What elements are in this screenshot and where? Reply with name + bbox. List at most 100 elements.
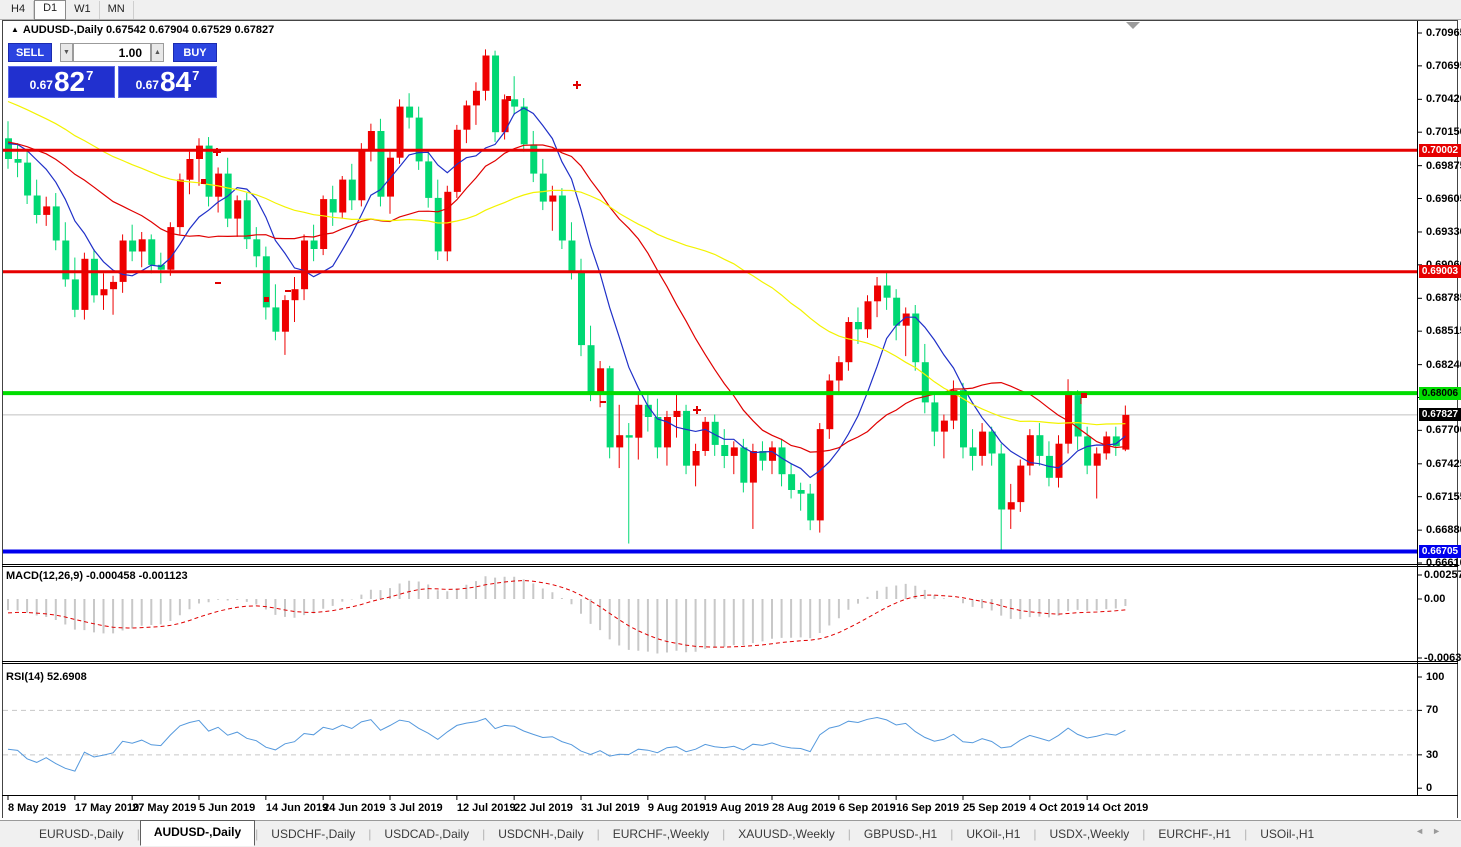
candle	[931, 402, 939, 432]
price-axis-label: 0.68240	[1426, 358, 1461, 371]
date-axis-label: 12 Jul 2019	[456, 802, 516, 814]
candle	[969, 447, 977, 456]
candle	[511, 99, 519, 107]
price-axis-label: 0.70150	[1426, 126, 1461, 139]
chart-tab-eurusd-daily[interactable]: EURUSD-,Daily	[26, 824, 137, 844]
candle	[205, 145, 213, 197]
candle	[492, 55, 500, 133]
chart-title: ▲ AUDUSD-,Daily 0.67542 0.67904 0.67529 0…	[11, 24, 274, 36]
candle	[367, 131, 375, 150]
chart-tab-xauusd-weekly[interactable]: XAUUSD-,Weekly	[725, 824, 847, 844]
date-axis-label: 22 Jul 2019	[514, 802, 573, 814]
buy-button[interactable]: BUY	[173, 43, 217, 62]
chart-tab-ukoil-h1[interactable]: UKOil-,H1	[953, 824, 1033, 844]
candle	[281, 300, 289, 332]
chart-surface[interactable]	[0, 0, 1461, 847]
candle	[52, 206, 60, 241]
price-axis-label: 0.67700	[1426, 424, 1461, 437]
candle	[196, 145, 203, 159]
candle	[1017, 465, 1025, 503]
candle	[62, 240, 70, 280]
ma-line-20	[7, 141, 1126, 453]
chart-tab-audusd-daily[interactable]: AUDUSD-,Daily	[139, 820, 256, 846]
price-axis-label: 0.70965	[1426, 27, 1461, 39]
volume-down-button[interactable]: ▼	[60, 43, 73, 62]
candle	[272, 307, 280, 332]
macd-axis-label: 0.002574	[1424, 568, 1461, 581]
chart-tab-usdcad-daily[interactable]: USDCAD-,Daily	[371, 824, 482, 844]
volume-input[interactable]	[73, 43, 151, 62]
candle	[854, 322, 862, 330]
candle	[291, 289, 299, 301]
candle	[301, 240, 309, 290]
collapse-trade-panel-icon[interactable]: ▲	[11, 25, 19, 34]
candle	[740, 447, 748, 483]
candle	[568, 240, 576, 271]
chart-tab-usdchf-daily[interactable]: USDCHF-,Daily	[258, 824, 368, 844]
candle	[1007, 502, 1015, 510]
candle	[520, 106, 528, 145]
price-axis-label: 0.67425	[1426, 457, 1461, 470]
rsi-indicator-label: RSI(14) 52.6908	[6, 671, 87, 683]
date-axis-label: 25 Sep 2019	[963, 802, 1026, 814]
sell-price-prefix: 0.67	[29, 78, 53, 92]
chart-title-text: AUDUSD-,Daily 0.67542 0.67904 0.67529 0.…	[22, 24, 275, 36]
candle	[1055, 443, 1063, 478]
candle	[129, 240, 137, 252]
candle	[702, 421, 710, 451]
candle	[453, 129, 461, 192]
candle	[176, 179, 184, 228]
candle	[979, 431, 987, 456]
volume-up-button[interactable]: ▲	[151, 43, 164, 62]
candle	[81, 258, 89, 310]
candle	[1065, 391, 1073, 444]
price-axis-label: 0.66610	[1426, 557, 1461, 569]
sell-price-big: 82	[53, 66, 86, 97]
candle	[940, 420, 948, 432]
current-price-label: 0.67827	[1419, 408, 1461, 422]
price-axis-label: 0.68515	[1426, 325, 1461, 338]
date-axis-label: 6 Sep 2019	[838, 802, 896, 814]
date-axis-label: 3 Jul 2019	[390, 802, 443, 814]
chart-tab-usdx-weekly[interactable]: USDX-,Weekly	[1037, 824, 1143, 844]
date-axis-label: 16 Sep 2019	[896, 802, 960, 814]
candle	[243, 200, 251, 240]
date-axis-label: 24 Jun 2019	[323, 802, 386, 814]
date-axis-label: 14 Jun 2019	[265, 802, 329, 814]
candle	[816, 429, 824, 521]
candle	[721, 445, 729, 456]
sell-price-display[interactable]: 0.67 82 7	[8, 66, 115, 98]
rsi-axis-label: 30	[1426, 748, 1439, 761]
candle	[310, 240, 318, 249]
buy-price-display[interactable]: 0.67 84 7	[118, 66, 217, 98]
date-axis-label: 5 Jun 2019	[199, 802, 256, 814]
candle	[578, 270, 585, 346]
chart-tab-eurchf-h1[interactable]: EURCHF-,H1	[1145, 824, 1244, 844]
hline-price-label: 0.69003	[1419, 265, 1461, 279]
trade-marker	[201, 179, 206, 184]
chart-tab-gbpusd-h1[interactable]: GBPUSD-,H1	[851, 824, 950, 844]
candle	[625, 435, 633, 438]
chart-tab-usdcnh-daily[interactable]: USDCNH-,Daily	[485, 824, 596, 844]
candle	[864, 301, 872, 330]
candle	[33, 195, 41, 215]
macd-histogram	[7, 576, 1127, 654]
chart-shift-icon[interactable]	[1126, 22, 1140, 29]
candle	[692, 451, 700, 466]
price-axis-label: 0.70420	[1426, 93, 1461, 106]
hline-price-label: 0.70002	[1419, 143, 1461, 157]
tab-scroll-arrows[interactable]: ◄►	[1415, 826, 1449, 836]
date-axis-label: 9 Aug 2019	[647, 802, 706, 814]
price-axis-label: 0.68785	[1426, 292, 1461, 305]
candle	[606, 368, 614, 448]
chart-tab-eurchf-weekly[interactable]: EURCHF-,Weekly	[600, 824, 722, 844]
sell-button[interactable]: SELL	[8, 43, 52, 62]
one-click-trade-panel: SELL ▼ ▲ BUY 0.67827 0.67847	[8, 43, 218, 99]
chart-tab-usoil-h1[interactable]: USOil-,H1	[1247, 824, 1327, 844]
buy-price-prefix: 0.67	[135, 78, 159, 92]
candle	[998, 453, 1006, 510]
candle	[90, 258, 98, 296]
candle	[826, 380, 834, 430]
candle	[845, 322, 853, 363]
candle	[100, 289, 108, 296]
